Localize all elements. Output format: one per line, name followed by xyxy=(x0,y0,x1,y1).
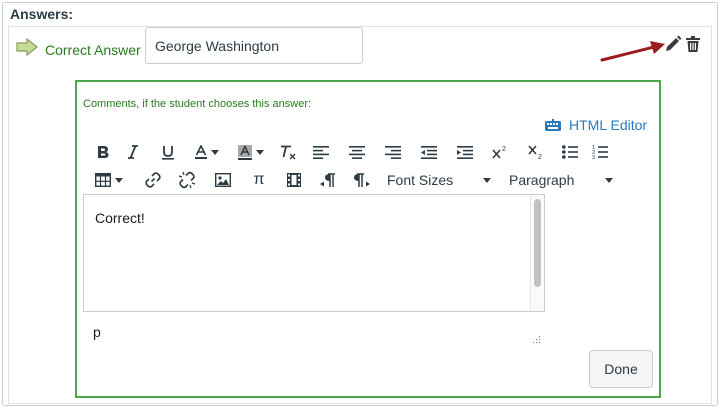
done-button[interactable]: Done xyxy=(589,350,653,388)
link-icon[interactable] xyxy=(137,168,169,192)
indent-icon[interactable] xyxy=(447,140,483,164)
answer-text-input[interactable] xyxy=(145,27,363,64)
html-editor-label: HTML Editor xyxy=(569,117,648,133)
ltr-icon[interactable] xyxy=(311,168,345,192)
svg-text:2: 2 xyxy=(502,146,506,153)
paragraph-dropdown[interactable]: Paragraph xyxy=(509,168,613,192)
align-left-icon[interactable] xyxy=(303,140,339,164)
answers-heading: Answers: xyxy=(10,6,74,22)
unlink-icon[interactable] xyxy=(169,168,205,192)
annotation-arrow-icon xyxy=(600,41,665,62)
resize-handle-icon[interactable] xyxy=(533,336,541,344)
rtl-icon[interactable] xyxy=(345,168,379,192)
comments-label: Comments, if the student chooses this an… xyxy=(83,98,312,110)
comments-editor-panel: Comments, if the student chooses this an… xyxy=(75,80,661,398)
superscript-icon[interactable]: 2 xyxy=(483,140,517,164)
html-editor-toggle[interactable]: HTML Editor xyxy=(545,116,647,134)
element-path-indicator: p xyxy=(93,324,101,340)
edit-pencil-icon[interactable] xyxy=(664,35,682,53)
clear-formatting-icon[interactable] xyxy=(273,140,303,164)
formatting-toolbar-row-2: π Font Sizes Paragraph xyxy=(91,168,613,192)
editor-content[interactable]: Correct! xyxy=(95,210,145,226)
editor-scrollbar-thumb[interactable] xyxy=(534,199,541,287)
subscript-icon[interactable]: 2 xyxy=(517,140,555,164)
font-sizes-label: Font Sizes xyxy=(387,172,454,188)
numbered-list-icon[interactable]: 123 xyxy=(585,140,615,164)
background-color-icon[interactable] xyxy=(229,140,273,164)
image-icon[interactable] xyxy=(205,168,241,192)
rich-text-editor-area[interactable]: Correct! xyxy=(83,194,545,312)
text-color-icon[interactable] xyxy=(185,140,229,164)
underline-icon[interactable] xyxy=(151,140,185,164)
correct-answer-arrow-icon xyxy=(16,38,38,56)
pi-icon[interactable]: π xyxy=(241,168,277,192)
keyboard-icon xyxy=(545,119,561,131)
paragraph-label: Paragraph xyxy=(509,172,575,188)
editor-scrollbar[interactable] xyxy=(530,195,544,311)
bold-icon[interactable] xyxy=(91,140,115,164)
formatting-toolbar-row-1: 2 2 123 xyxy=(91,140,615,164)
correct-answer-label: Correct Answer xyxy=(45,42,141,58)
svg-text:2: 2 xyxy=(538,154,542,160)
align-right-icon[interactable] xyxy=(375,140,411,164)
align-center-icon[interactable] xyxy=(339,140,375,164)
italic-icon[interactable] xyxy=(115,140,151,164)
svg-text:3: 3 xyxy=(592,155,595,160)
table-icon[interactable] xyxy=(91,168,137,192)
outdent-icon[interactable] xyxy=(411,140,447,164)
bullet-list-icon[interactable] xyxy=(555,140,585,164)
media-icon[interactable] xyxy=(277,168,311,192)
font-sizes-dropdown[interactable]: Font Sizes xyxy=(387,168,491,192)
delete-trash-icon[interactable] xyxy=(686,36,700,52)
